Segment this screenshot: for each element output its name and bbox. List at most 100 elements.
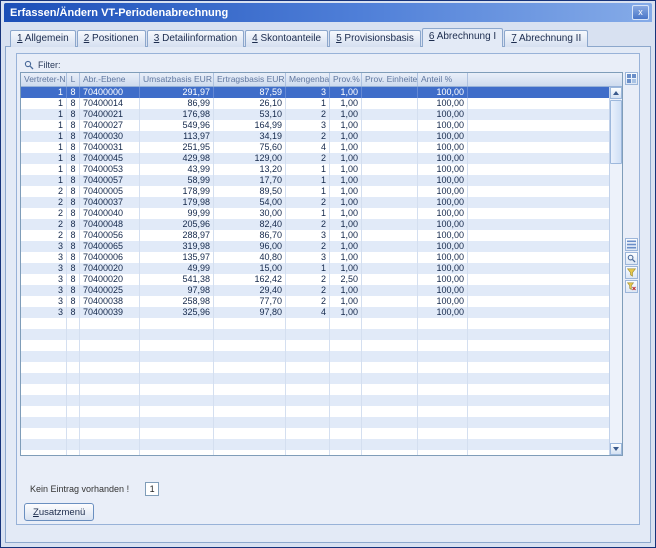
table-row[interactable]: 3870400006135,9740,8031,00100,00 [21,252,622,263]
cell-ebene [80,362,140,373]
vertical-scrollbar[interactable] [609,87,622,455]
cell-vertreter: 1 [21,153,67,164]
cell-menge: 1 [286,208,330,219]
cell-anteil: 100,00 [418,164,468,175]
table-row[interactable]: 3870400065319,9896,0021,00100,00 [21,241,622,252]
table-row[interactable]: 187040005758,9917,7011,00100,00 [21,175,622,186]
grid-side-toolbar [624,72,638,294]
cell-l: 8 [67,186,80,197]
cell-anteil: 100,00 [418,241,468,252]
cell-vertreter: 3 [21,285,67,296]
cell-umsatz: 319,98 [140,241,214,252]
tab-5-provisionsbasis[interactable]: 5 Provisionsbasis [329,30,421,47]
cell-l: 8 [67,98,80,109]
column-header-l[interactable]: L [67,73,80,86]
table-row[interactable]: 2870400005178,9989,5011,00100,00 [21,186,622,197]
cell-menge [286,362,330,373]
tab-6-abrechnung-i[interactable]: 6 Abrechnung I [422,28,503,47]
cell-umsatz [140,417,214,428]
table-row[interactable]: 1870400031251,9575,6041,00100,00 [21,142,622,153]
cell-ertrag: 13,20 [214,164,286,175]
tab-1-allgemein[interactable]: 1 Allgemein [10,30,76,47]
title-bar[interactable]: Erfassen/Ändern VT-Periodenabrechnung x [4,3,652,22]
list-icon[interactable] [625,238,638,251]
table-row[interactable]: 187040005343,9913,2011,00100,00 [21,164,622,175]
search-icon[interactable] [625,252,638,265]
table-row[interactable]: 2870400048205,9682,4021,00100,00 [21,219,622,230]
cell-prov: 1,00 [330,120,362,131]
cell-vertreter [21,373,67,384]
empty-row [21,362,622,373]
table-row[interactable]: 1870400000291,9787,5931,00100,00 [21,87,622,98]
table-row[interactable]: 287040004099,9930,0011,00100,00 [21,208,622,219]
column-header-ertrag[interactable]: Ertragsbasis EUR [214,73,286,86]
tab-4-skontoanteile[interactable]: 4 Skontoanteile [245,30,328,47]
cell-anteil [418,406,468,417]
cell-filler [468,428,622,439]
cell-vertreter: 3 [21,307,67,318]
table-row[interactable]: 387040002049,9915,0011,00100,00 [21,263,622,274]
cell-prov [330,351,362,362]
cell-l: 8 [67,120,80,131]
column-header-prov[interactable]: Prov.% [330,73,362,86]
clear-filter-icon[interactable] [625,280,638,293]
table-row[interactable]: 2870400037179,9854,0021,00100,00 [21,197,622,208]
column-header-menge[interactable]: Mengenbasis [286,73,330,86]
scroll-down-icon[interactable] [610,443,622,455]
filter-bar[interactable]: Filter: [20,57,623,72]
table-row[interactable]: 187040001486,9926,1011,00100,00 [21,98,622,109]
cell-ertrag: 40,80 [214,252,286,263]
cell-l [67,428,80,439]
tab-3-detailinformation[interactable]: 3 Detailinformation [147,30,244,47]
table-row[interactable]: 1870400027549,96164,9931,00100,00 [21,120,622,131]
cell-umsatz: 429,98 [140,153,214,164]
cell-anteil: 100,00 [418,175,468,186]
cell-ebene: 70400005 [80,186,140,197]
cell-umsatz: 135,97 [140,252,214,263]
table-row[interactable]: 387040002597,9829,4021,00100,00 [21,285,622,296]
table-row[interactable]: 1870400021176,9853,1021,00100,00 [21,109,622,120]
column-chooser-icon[interactable] [625,72,638,85]
cell-filler [468,120,622,131]
cell-l [67,340,80,351]
cell-filler [468,362,622,373]
table-row[interactable]: 3870400039325,9697,8041,00100,00 [21,307,622,318]
table-row[interactable]: 3870400020541,38162,4222,50100,00 [21,274,622,285]
cell-l: 8 [67,219,80,230]
cell-l [67,362,80,373]
cell-ertrag: 29,40 [214,285,286,296]
tab-7-abrechnung-ii[interactable]: 7 Abrechnung II [504,30,588,47]
cell-ebene: 70400000 [80,87,140,98]
cell-vertreter: 2 [21,197,67,208]
empty-row [21,318,622,329]
scrollbar-thumb[interactable] [610,100,622,164]
cell-anteil: 100,00 [418,120,468,131]
cell-l [67,395,80,406]
column-header-umsatz[interactable]: Umsatzbasis EUR [140,73,214,86]
table-row[interactable]: 1870400030113,9734,1921,00100,00 [21,131,622,142]
cell-ertrag [214,428,286,439]
column-header-anteil[interactable]: Anteil % [418,73,468,86]
column-header-einheiten[interactable]: Prov. Einheiten [362,73,418,86]
cell-ebene [80,395,140,406]
cell-ertrag: 34,19 [214,131,286,142]
cell-vertreter: 1 [21,98,67,109]
zusatzmenu-button[interactable]: Zusatzmenü [24,503,94,521]
column-header-vertreter[interactable]: Vertreter-Nr. [21,73,67,86]
cell-prov: 1,00 [330,307,362,318]
close-icon[interactable]: x [632,5,649,20]
cell-filler [468,307,622,318]
column-header-ebene[interactable]: Abr.-Ebene [80,73,140,86]
cell-vertreter [21,395,67,406]
cell-menge [286,395,330,406]
tab-2-positionen[interactable]: 2 Positionen [77,30,146,47]
scroll-up-icon[interactable] [610,87,622,99]
filter-icon[interactable] [625,266,638,279]
cell-prov [330,450,362,455]
table-row[interactable]: 3870400038258,9877,7021,00100,00 [21,296,622,307]
cell-l: 8 [67,142,80,153]
table-row[interactable]: 1870400045429,98129,0021,00100,00 [21,153,622,164]
table-row[interactable]: 2870400056288,9786,7031,00100,00 [21,230,622,241]
cell-menge: 4 [286,142,330,153]
cell-vertreter [21,384,67,395]
